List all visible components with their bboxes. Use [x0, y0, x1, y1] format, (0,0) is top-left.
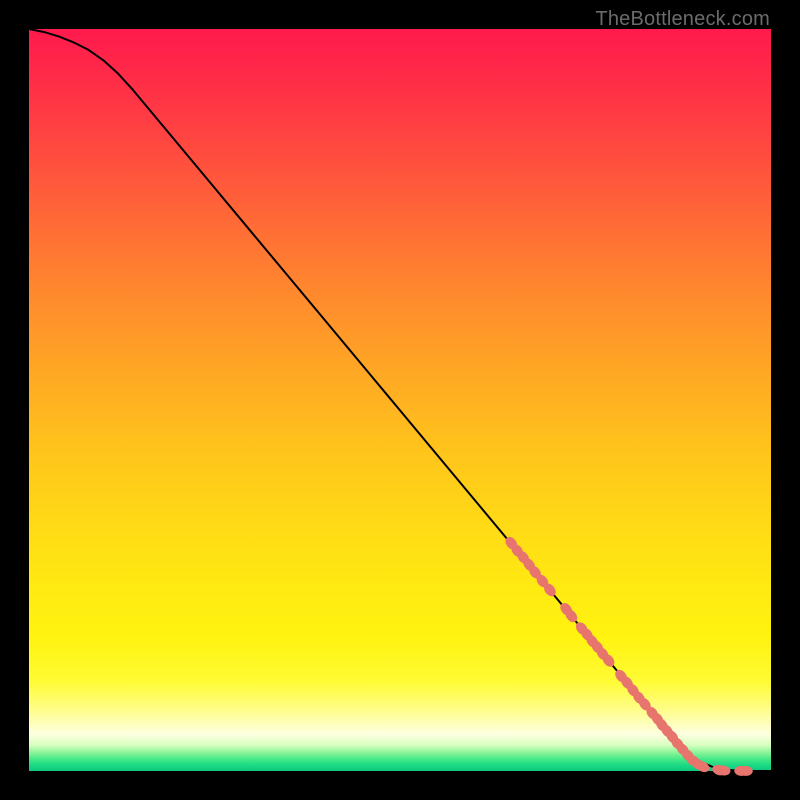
chart-overlay [29, 29, 771, 771]
watermark-text: TheBottleneck.com [595, 8, 770, 31]
bottleneck-curve [29, 29, 771, 771]
chart-stage: TheBottleneck.com [0, 0, 800, 800]
marker-group [503, 535, 753, 777]
